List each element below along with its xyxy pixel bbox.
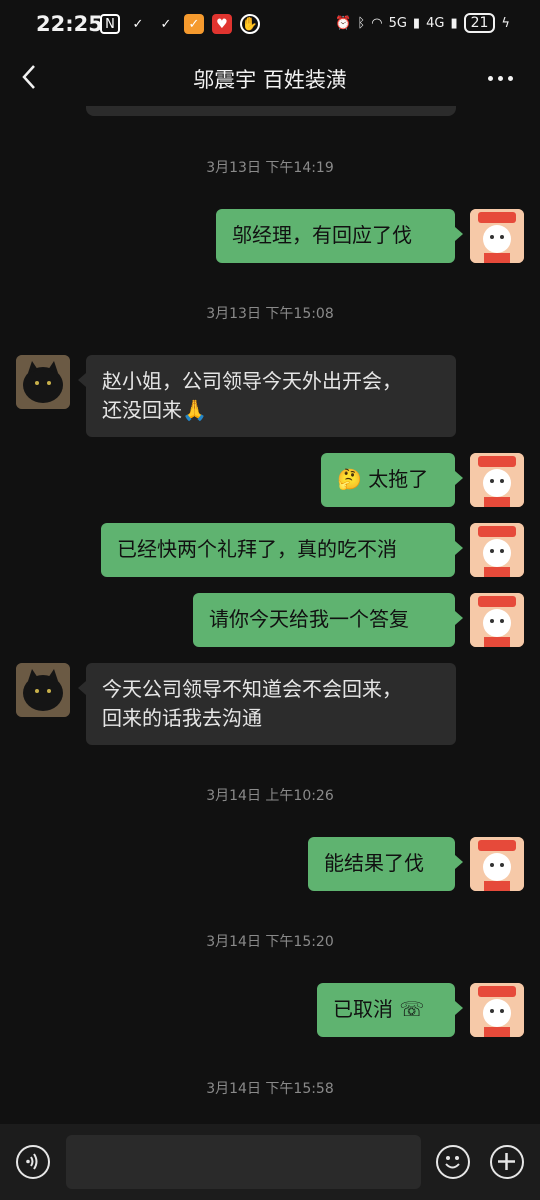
plus-button[interactable] xyxy=(490,1145,524,1179)
contact-message-bubble[interactable]: 今天公司领导不知道会不会回来， 回来的话我去沟通 xyxy=(78,663,456,745)
my-message-bubble[interactable]: 能结果了伐 xyxy=(308,837,463,891)
timestamp: 3月14日 下午15:20 xyxy=(206,934,334,950)
timestamp: 3月14日 上午10:26 xyxy=(206,788,334,804)
battery-level: 21 xyxy=(463,13,496,33)
signal-4g-label: 4G xyxy=(426,15,445,31)
my-message-bubble[interactable]: 邬经理，有回应了伐 xyxy=(216,209,463,263)
black-cat-avatar-icon xyxy=(16,355,70,409)
my-avatar[interactable] xyxy=(470,453,524,507)
my-message-bubble[interactable]: 已经快两个礼拜了，真的吃不消 xyxy=(101,523,463,577)
more-button[interactable] xyxy=(486,66,516,90)
nfc-icon: N xyxy=(100,14,120,34)
chat-header: 邬震宇 百姓装潢 xyxy=(0,50,540,106)
message-input[interactable] xyxy=(66,1135,421,1189)
contact-message-bubble[interactable]: 赵小姐，公司领导今天外出开会， 还没回来🙏 xyxy=(78,355,456,437)
previous-message-edge xyxy=(86,106,456,116)
bluetooth-icon: ᛒ xyxy=(357,15,366,31)
charging-icon: ϟ xyxy=(501,15,510,31)
black-cat-avatar-icon xyxy=(16,663,70,717)
app-notification-icon: ✋ xyxy=(240,14,260,34)
timestamp: 3月13日 下午14:19 xyxy=(206,160,334,176)
status-system-icons: ⏰ ᛒ ◠ 5G ▮ 4G ▮ 21 ϟ xyxy=(335,13,510,33)
cartoon-avatar-icon xyxy=(470,593,524,647)
app-notification-icon: ✓ xyxy=(132,16,144,32)
status-notification-icons: N ✓ ✓ ✓ ♥ ✋ xyxy=(100,14,260,34)
cartoon-avatar-icon xyxy=(470,209,524,263)
alarm-icon: ⏰ xyxy=(335,15,352,31)
my-avatar[interactable] xyxy=(470,593,524,647)
cartoon-avatar-icon xyxy=(470,523,524,577)
app-notification-icon: ✓ xyxy=(160,16,172,32)
emoji-button[interactable] xyxy=(436,1145,470,1179)
signal-bars-icon: ▮ xyxy=(450,15,458,31)
cartoon-avatar-icon xyxy=(470,453,524,507)
status-bar: 22:25 N ✓ ✓ ✓ ♥ ✋ ⏰ ᛒ ◠ 5G ▮ 4G ▮ 21 ϟ xyxy=(0,0,540,50)
plus-icon xyxy=(498,1153,515,1170)
more-dots-icon xyxy=(488,76,493,81)
app-notification-icon: ✓ xyxy=(184,14,204,34)
input-bar xyxy=(0,1124,540,1200)
status-time: 22:25 xyxy=(36,12,103,36)
cancelled-call-bubble[interactable]: 已取消 ☏ xyxy=(317,983,463,1037)
contact-avatar[interactable] xyxy=(16,663,70,717)
emoji-icon xyxy=(445,1156,460,1169)
chat-title: 邬震宇 百姓装潢 xyxy=(193,68,347,92)
timestamp: 3月13日 下午15:08 xyxy=(206,306,334,322)
app-notification-icon: ♥ xyxy=(212,14,232,34)
my-avatar[interactable] xyxy=(470,523,524,577)
signal-5g-label: 5G xyxy=(388,15,407,31)
contact-avatar[interactable] xyxy=(16,355,70,409)
my-avatar[interactable] xyxy=(470,837,524,891)
voice-icon xyxy=(26,1153,38,1170)
cartoon-avatar-icon xyxy=(470,983,524,1037)
my-message-bubble[interactable]: 🤔 太拖了 xyxy=(321,453,463,507)
my-avatar[interactable] xyxy=(470,983,524,1037)
wifi-icon: ◠ xyxy=(371,15,383,31)
voice-button[interactable] xyxy=(16,1145,50,1179)
my-avatar[interactable] xyxy=(470,209,524,263)
timestamp: 3月14日 下午15:58 xyxy=(206,1081,334,1097)
my-message-bubble[interactable]: 请你今天给我一个答复 xyxy=(193,593,463,647)
cartoon-avatar-icon xyxy=(470,837,524,891)
signal-bars-icon: ▮ xyxy=(412,15,421,31)
